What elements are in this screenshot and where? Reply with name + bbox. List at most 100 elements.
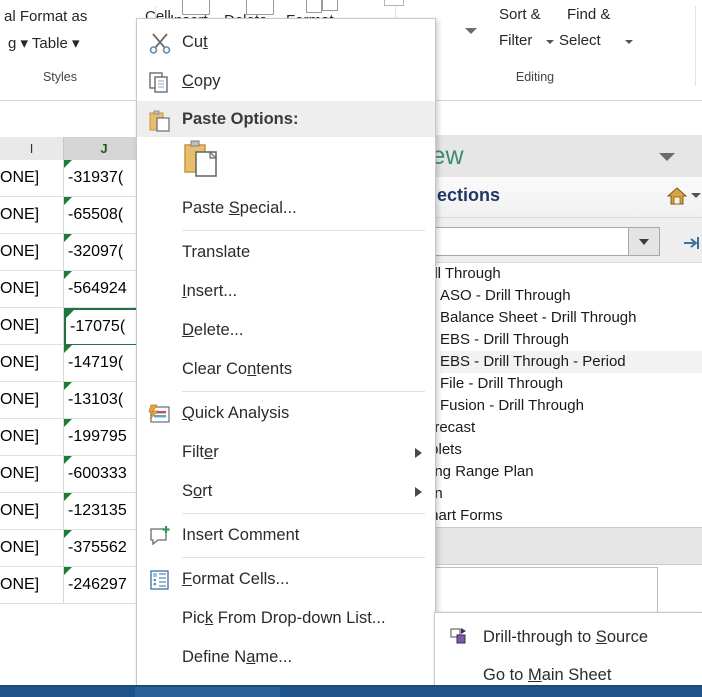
context-menu-item-label: Cut [182,33,208,51]
connection-tree-item[interactable]: ong Range Plan [426,461,702,483]
refresh-arrow-icon[interactable] [683,235,701,256]
grid-cell-I[interactable]: ONE] [0,530,64,567]
context-menu-item-label: Pick From Drop-down List... [182,609,386,627]
submenu-item-label: Drill-through to Source [483,628,649,646]
column-header-J[interactable]: J [64,137,145,162]
editing-expand-chevron-icon[interactable] [465,28,477,34]
context-menu-item[interactable]: Translate [137,233,435,272]
error-indicator-triangle-icon [64,345,72,353]
format-cells-icon [148,569,172,591]
context-menu-item[interactable]: Cut [137,23,435,62]
context-menu-item[interactable]: Pick From Drop-down List... [137,599,435,638]
context-menu-item-label: Insert Comment [182,526,300,544]
connection-tree-item[interactable]: File - Drill Through [440,373,702,395]
context-menu-item[interactable]: Copy [137,62,435,101]
connection-select-dropdown-button[interactable] [628,228,659,255]
smart-view-panel-titlebar: iew [426,135,702,177]
context-menu-item-label: Insert... [182,282,238,300]
grid-cell-I[interactable]: ONE] [0,345,64,382]
connection-tree[interactable]: rill Through ASO - Drill Through Balance S… [426,263,702,527]
section-chevron-down-icon[interactable] [691,193,701,198]
smart-view-section-header: nections [426,177,702,218]
connection-tree-item[interactable]: folets [426,439,702,461]
context-menu-item-label: Format Cells... [182,570,290,588]
grid-cell-I[interactable]: ONE] [0,234,64,271]
find-select-chevron-down-icon[interactable] [625,40,633,44]
paste-keep-source-formatting-button[interactable] [179,137,223,181]
grid-cell-I[interactable]: ONE] [0,456,64,493]
context-menu-item-label: Clear Contents [182,360,293,378]
panel-chevron-down-icon[interactable] [659,153,675,161]
connection-tree-item[interactable]: orecast [426,417,702,439]
taskbar-strip [0,685,702,697]
connection-select[interactable] [418,227,660,256]
find-and-select-button-line2[interactable]: Select [559,32,601,49]
column-header-I[interactable]: I [0,137,64,161]
error-indicator-triangle-icon [64,197,72,205]
connection-tree-item[interactable]: mart Forms [426,505,702,527]
context-menu-item-label: Paste Special... [182,199,297,217]
ribbon-group-editing: Fill Sort & Find & Filter Select Editing [384,0,700,100]
error-indicator-triangle-icon [64,382,72,390]
find-and-select-button-line1[interactable]: Find & [567,6,610,23]
connection-tree-item[interactable]: EBS - Drill Through [440,329,702,351]
error-indicator-triangle-icon [64,271,72,279]
error-indicator-triangle-icon [64,530,72,538]
error-indicator-triangle-icon [66,310,74,318]
context-menu-item[interactable]: Define Name... [137,638,435,677]
copy-icon [148,71,172,93]
submenu-item[interactable]: Drill-through to Source [435,618,702,656]
grid-cell-I[interactable]: ONE] [0,308,64,345]
context-menu-item-label: Translate [182,243,251,261]
context-menu-item-label: Quick Analysis [182,404,290,422]
submenu-arrow-icon [415,448,422,458]
context-menu-separator [182,230,425,231]
context-menu-item: Paste Options: [137,101,435,137]
grid-cell-I[interactable]: ONE] [0,160,64,197]
context-menu-item[interactable]: Insert... [137,272,435,311]
connection-tree-item[interactable]: Balance Sheet - Drill Through [440,307,702,329]
sort-filter-chevron-down-icon[interactable] [546,40,554,44]
context-menu-item[interactable]: Sort [137,472,435,511]
grid-cell-I[interactable]: ONE] [0,419,64,456]
grid-cell-I[interactable]: ONE] [0,382,64,419]
context-menu-item[interactable]: Format Cells... [137,560,435,599]
ribbon-separator-3 [695,6,696,86]
context-menu-item[interactable]: Filter [137,433,435,472]
error-indicator-triangle-icon [64,234,72,242]
drill-through-icon [449,627,469,645]
context-menu-item[interactable]: Clear Contents [137,350,435,389]
cell-context-menu[interactable]: Cut Copy Paste Options: Paste Special...… [136,18,436,697]
home-icon[interactable] [666,187,688,205]
connection-tree-item[interactable]: EBS - Drill Through - Period [440,351,702,373]
connection-tree-item[interactable]: rill Through [426,263,702,285]
submenu-arrow-icon [415,487,422,497]
connection-tree-item[interactable]: an [426,483,702,505]
context-menu-separator [182,391,425,392]
context-menu-item[interactable]: Insert Comment [137,516,435,555]
context-menu-item[interactable]: Paste Special... [137,189,435,228]
clipboard-icon [148,110,172,132]
context-menu-item[interactable]: Quick Analysis [137,394,435,433]
format-as-table-button-line2[interactable]: g ▾ Table ▾ [8,34,80,52]
scissors-icon [148,32,172,54]
context-menu-item-label: Copy [182,72,221,90]
smart-view-section-title: nections [426,185,501,205]
fill-button-label: Fill [409,0,428,3]
context-menu-separator [182,557,425,558]
format-cells-icon-b[interactable] [322,0,338,11]
ribbon-group-label-editing: Editing [515,70,555,84]
grid-cell-I[interactable]: ONE] [0,567,64,604]
sort-and-filter-button-line1[interactable]: Sort & [499,6,541,23]
grid-cell-I[interactable]: ONE] [0,271,64,308]
connection-tree-item[interactable]: Fusion - Drill Through [440,395,702,417]
grid-cell-I[interactable]: ONE] [0,493,64,530]
context-menu-item-label: Sort [182,482,213,500]
comment-icon [148,525,172,547]
grid-cell-I[interactable]: ONE] [0,197,64,234]
context-menu-item[interactable]: Delete... [137,311,435,350]
sort-and-filter-button-line2[interactable]: Filter [499,32,532,49]
connection-tree-item[interactable]: ASO - Drill Through [440,285,702,307]
error-indicator-triangle-icon [64,419,72,427]
format-as-table-button[interactable]: al Format as [4,8,87,25]
